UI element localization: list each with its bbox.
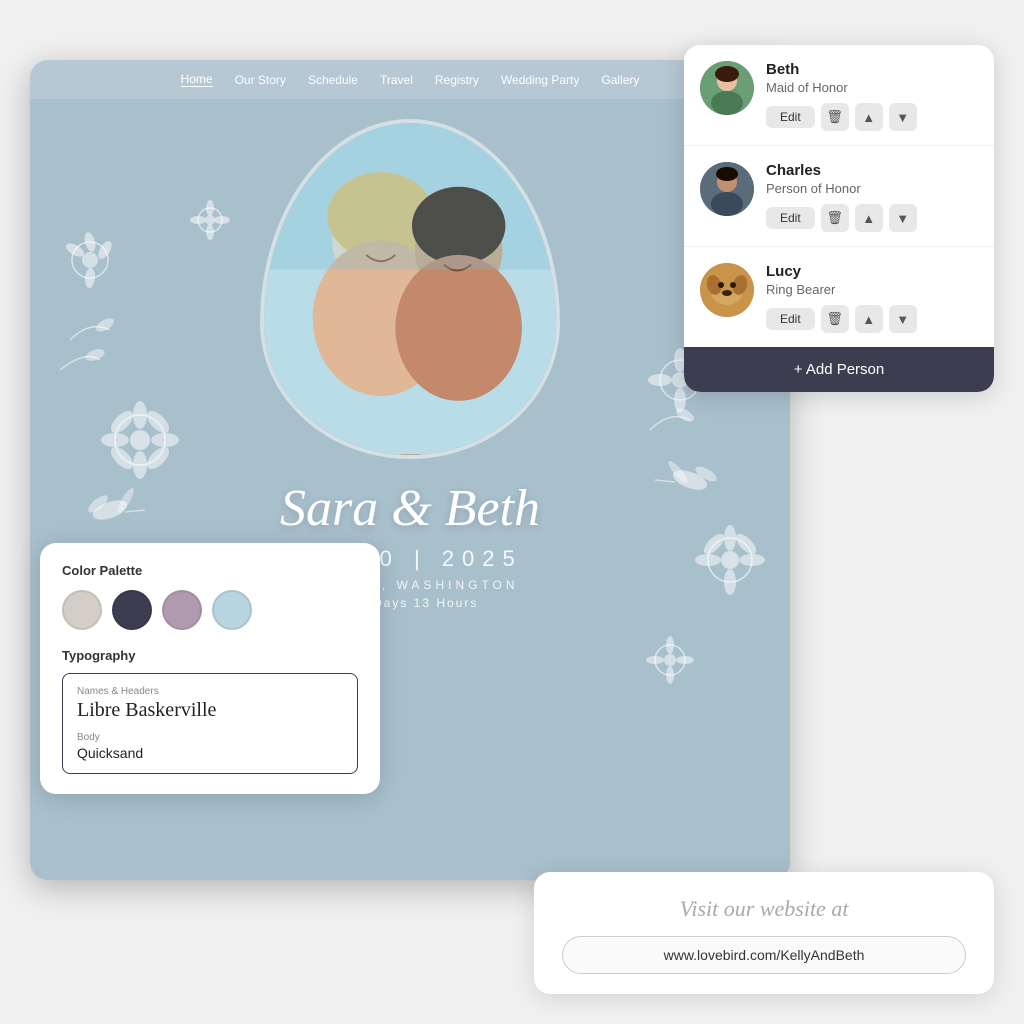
color-swatch-2[interactable] xyxy=(112,590,152,630)
avatar-beth xyxy=(700,61,754,115)
wedding-party-panel: Beth Maid of Honor Edit 🗑 ▲ ▼ Charles xyxy=(684,45,994,392)
nav-travel[interactable]: Travel xyxy=(380,73,413,87)
charles-actions: Edit 🗑 ▲ ▼ xyxy=(766,204,978,232)
beth-up-button[interactable]: ▲ xyxy=(855,103,883,131)
body-font: Quicksand xyxy=(77,745,343,761)
wedding-hero xyxy=(30,99,790,459)
nav-home[interactable]: Home xyxy=(181,72,213,87)
color-swatch-4[interactable] xyxy=(212,590,252,630)
color-swatch-1[interactable] xyxy=(62,590,102,630)
lucy-name: Lucy xyxy=(766,263,978,280)
nav-wedding-party[interactable]: Wedding Party xyxy=(501,73,580,87)
beth-edit-button[interactable]: Edit xyxy=(766,106,815,128)
body-label: Body xyxy=(77,732,343,743)
typography-box: Names & Headers Libre Baskerville Body Q… xyxy=(62,673,358,774)
charles-up-button[interactable]: ▲ xyxy=(855,204,883,232)
avatar-charles xyxy=(700,162,754,216)
lucy-up-button[interactable]: ▲ xyxy=(855,305,883,333)
person-lucy: Lucy Ring Bearer Edit 🗑 ▲ ▼ xyxy=(684,247,994,347)
lucy-down-button[interactable]: ▼ xyxy=(889,305,917,333)
charles-info: Charles Person of Honor Edit 🗑 ▲ ▼ xyxy=(766,162,978,232)
lucy-actions: Edit 🗑 ▲ ▼ xyxy=(766,305,978,333)
typography-title: Typography xyxy=(62,648,358,663)
nav-schedule[interactable]: Schedule xyxy=(308,73,358,87)
charles-edit-button[interactable]: Edit xyxy=(766,207,815,229)
color-swatches xyxy=(62,590,358,630)
nav-gallery[interactable]: Gallery xyxy=(601,73,639,87)
wedding-title: Sara & Beth xyxy=(30,479,790,538)
beth-name: Beth xyxy=(766,61,978,78)
lucy-role: Ring Bearer xyxy=(766,282,978,297)
couple-photo xyxy=(264,123,556,455)
website-heading: Visit our website at xyxy=(562,896,966,922)
beth-info: Beth Maid of Honor Edit 🗑 ▲ ▼ xyxy=(766,61,978,131)
beth-delete-button[interactable]: 🗑 xyxy=(821,103,849,131)
names-font: Libre Baskerville xyxy=(77,699,343,722)
person-charles: Charles Person of Honor Edit 🗑 ▲ ▼ xyxy=(684,146,994,247)
lucy-delete-button[interactable]: 🗑 xyxy=(821,305,849,333)
website-url[interactable]: www.lovebird.com/KellyAndBeth xyxy=(562,936,966,974)
charles-role: Person of Honor xyxy=(766,181,978,196)
charles-delete-button[interactable]: 🗑 xyxy=(821,204,849,232)
lucy-info: Lucy Ring Bearer Edit 🗑 ▲ ▼ xyxy=(766,263,978,333)
wedding-nav: Home Our Story Schedule Travel Registry … xyxy=(30,60,790,99)
couple-photo-frame xyxy=(260,119,560,459)
charles-down-button[interactable]: ▼ xyxy=(889,204,917,232)
beth-down-button[interactable]: ▼ xyxy=(889,103,917,131)
palette-title: Color Palette xyxy=(62,563,358,578)
lucy-edit-button[interactable]: Edit xyxy=(766,308,815,330)
names-label: Names & Headers xyxy=(77,686,343,697)
website-card: Visit our website at www.lovebird.com/Ke… xyxy=(534,872,994,994)
nav-our-story[interactable]: Our Story xyxy=(235,73,286,87)
nav-registry[interactable]: Registry xyxy=(435,73,479,87)
avatar-lucy xyxy=(700,263,754,317)
color-palette-panel: Color Palette Typography Names & Headers… xyxy=(40,543,380,794)
beth-role: Maid of Honor xyxy=(766,80,978,95)
charles-name: Charles xyxy=(766,162,978,179)
beth-actions: Edit 🗑 ▲ ▼ xyxy=(766,103,978,131)
color-swatch-3[interactable] xyxy=(162,590,202,630)
person-beth: Beth Maid of Honor Edit 🗑 ▲ ▼ xyxy=(684,45,994,146)
add-person-button[interactable]: + Add Person xyxy=(684,347,994,392)
